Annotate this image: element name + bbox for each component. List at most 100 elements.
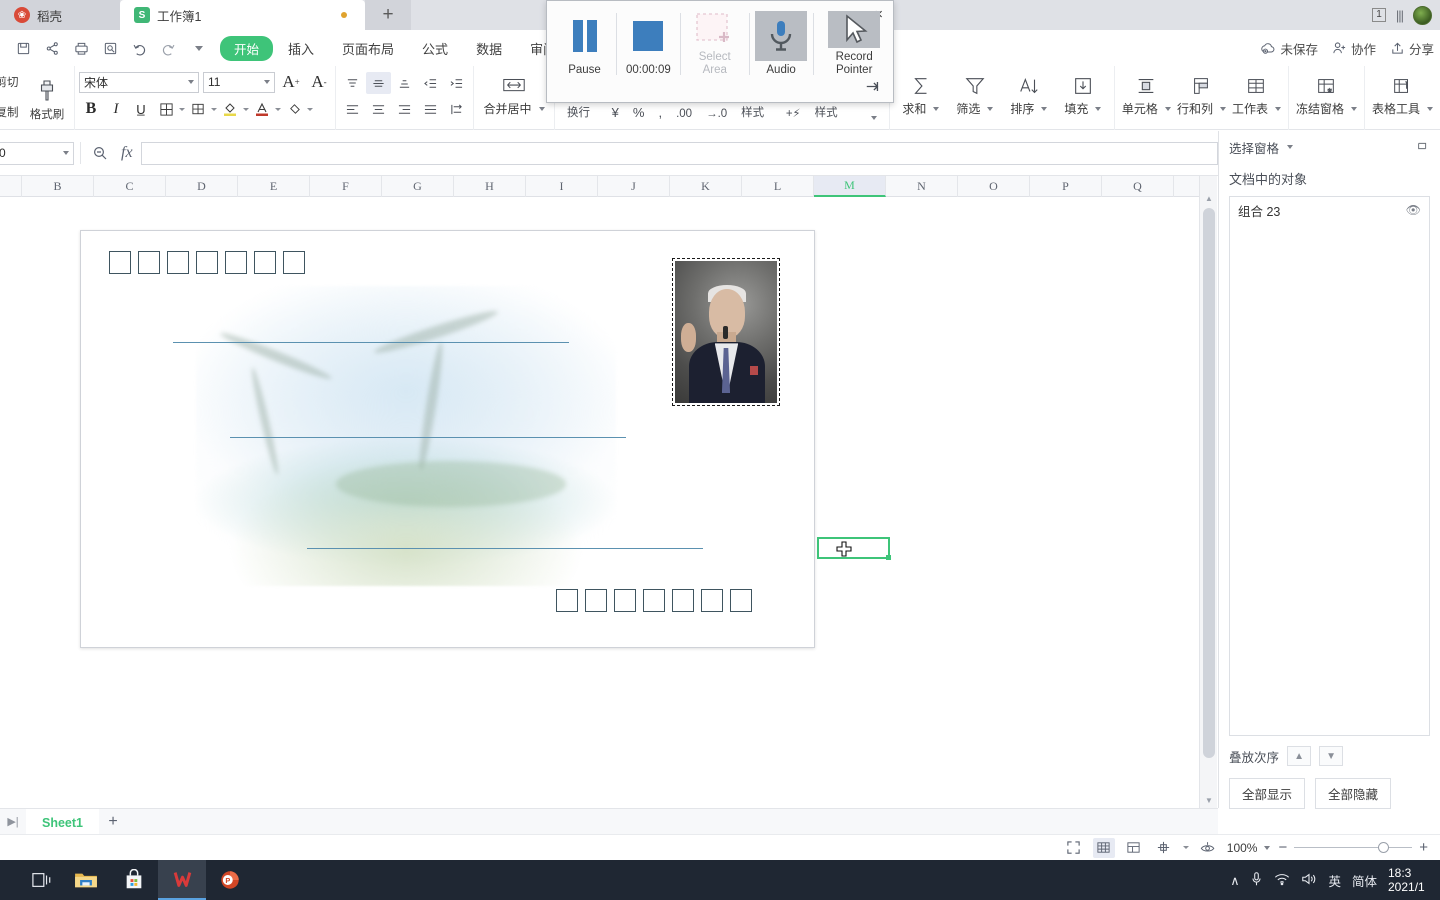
unsaved-status-button[interactable]: 未保存: [1261, 39, 1318, 58]
redo-icon[interactable]: [155, 36, 181, 60]
decrease-font-size-icon[interactable]: A-: [307, 70, 331, 94]
scroll-down-icon[interactable]: ▼: [1200, 792, 1218, 808]
share-icon[interactable]: [39, 36, 65, 60]
clear-format-button[interactable]: [282, 97, 306, 121]
bold-button[interactable]: B: [79, 97, 103, 121]
column-header-N[interactable]: N: [886, 176, 958, 197]
vertical-scroll-thumb[interactable]: [1203, 208, 1215, 758]
column-header-G[interactable]: G: [382, 176, 454, 197]
column-header-L[interactable]: L: [742, 176, 814, 197]
function-icon[interactable]: fx: [113, 144, 141, 162]
microsoft-store-icon[interactable]: [110, 860, 158, 900]
normal-view-icon[interactable]: [1092, 837, 1115, 858]
column-header-D[interactable]: D: [166, 176, 238, 197]
column-header-J[interactable]: J: [598, 176, 670, 197]
zoom-out-button[interactable]: −: [1278, 839, 1287, 856]
zoom-slider[interactable]: − +: [1278, 839, 1428, 856]
print-preview-icon[interactable]: [97, 36, 123, 60]
show-all-button[interactable]: 全部显示: [1229, 778, 1306, 809]
comma-style-icon[interactable]: ,: [658, 105, 662, 120]
sheet-tab-sheet1[interactable]: Sheet1: [26, 808, 99, 835]
column-header-H[interactable]: H: [454, 176, 526, 197]
fill-handle[interactable]: [886, 555, 891, 560]
bring-forward-button[interactable]: ▲: [1287, 746, 1312, 766]
column-header-C[interactable]: C: [94, 176, 166, 197]
freeze-panes-button[interactable]: 冻结窗格: [1293, 66, 1360, 126]
zoom-in-button[interactable]: +: [1419, 839, 1428, 856]
column-header-P[interactable]: P: [1030, 176, 1102, 197]
tab-start[interactable]: 开始: [220, 35, 274, 61]
wps-office-icon[interactable]: [158, 860, 206, 900]
window-count-badge[interactable]: 1: [1372, 8, 1386, 22]
rows-columns-button[interactable]: 行和列: [1174, 66, 1229, 126]
merge-center-button[interactable]: 合并居中: [478, 66, 550, 126]
format-painter-button[interactable]: 格式刷: [24, 66, 70, 126]
worksheet-grid[interactable]: [0, 197, 1200, 808]
currency-icon[interactable]: ¥: [612, 105, 619, 120]
slide-object-group[interactable]: [80, 230, 815, 648]
customize-qat-icon[interactable]: [184, 36, 210, 60]
copy-button[interactable]: 复制: [0, 104, 19, 120]
increase-decimal-icon[interactable]: .00: [676, 108, 692, 120]
decrease-decimal-icon[interactable]: →.0: [706, 108, 727, 120]
corner-select-all[interactable]: [0, 176, 22, 197]
reading-mode-icon[interactable]: [1197, 838, 1219, 858]
screen-recorder-toolbar[interactable]: × Pause 00:00:09 Select Area: [546, 0, 894, 103]
chevron-down-icon[interactable]: [1287, 145, 1294, 149]
collaborate-button[interactable]: 协作: [1332, 39, 1376, 58]
wifi-icon[interactable]: [1274, 872, 1290, 889]
name-box[interactable]: 0: [0, 141, 74, 165]
worksheet-button[interactable]: 工作表: [1229, 66, 1284, 126]
align-bottom-icon[interactable]: [392, 72, 417, 94]
formula-input[interactable]: [140, 141, 1218, 165]
percent-button[interactable]: %: [633, 105, 645, 120]
tab-page-layout[interactable]: 页面布局: [329, 36, 407, 61]
align-right-icon[interactable]: [392, 98, 417, 120]
sort-button[interactable]: 排序: [1002, 66, 1056, 126]
column-header-E[interactable]: E: [238, 176, 310, 197]
italic-button[interactable]: I: [104, 97, 128, 121]
active-cell-selection[interactable]: [817, 537, 891, 560]
zoom-track[interactable]: [1294, 842, 1413, 853]
volume-icon[interactable]: [1301, 872, 1317, 889]
scroll-up-icon[interactable]: ▲: [1200, 190, 1218, 206]
column-header-O[interactable]: O: [958, 176, 1030, 197]
chevron-down-icon[interactable]: [275, 107, 281, 111]
fullscreen-icon[interactable]: [1063, 838, 1085, 858]
cell-merge-split-button[interactable]: [186, 97, 210, 121]
sheet-nav-last-icon[interactable]: ▶|: [0, 809, 26, 835]
eye-icon[interactable]: 👁: [1406, 203, 1421, 217]
increase-font-size-icon[interactable]: A +: [279, 70, 303, 94]
record-pointer-button[interactable]: Record Pointer: [815, 7, 893, 81]
list-item[interactable]: 组合 23 👁: [1230, 197, 1429, 223]
pin-icon[interactable]: [865, 80, 881, 96]
page-layout-icon[interactable]: [1123, 838, 1145, 858]
pane-undock-icon[interactable]: [1416, 139, 1430, 156]
bottom-text-placeholder-row[interactable]: [556, 589, 752, 612]
align-middle-icon[interactable]: [366, 72, 391, 94]
chevron-down-icon[interactable]: [307, 107, 313, 111]
column-header-F[interactable]: F: [310, 176, 382, 197]
ime-language-indicator[interactable]: 英: [1328, 871, 1341, 890]
audio-button[interactable]: Audio: [752, 7, 811, 81]
zoom-knob[interactable]: [1378, 842, 1390, 853]
print-icon[interactable]: [68, 36, 94, 60]
filter-button[interactable]: 筛选: [948, 66, 1002, 126]
text-orientation-icon[interactable]: [444, 98, 469, 120]
chevron-down-icon[interactable]: [243, 107, 249, 111]
save-icon[interactable]: [10, 36, 36, 60]
fill-color-button[interactable]: [218, 97, 242, 121]
align-left-icon[interactable]: [340, 98, 365, 120]
align-center-icon[interactable]: [366, 98, 391, 120]
font-family-select[interactable]: 宋体: [79, 71, 199, 93]
column-header-B[interactable]: B: [22, 176, 94, 197]
chevron-down-icon[interactable]: [1182, 846, 1189, 849]
tray-chevron-icon[interactable]: ∧: [1230, 873, 1239, 888]
new-tab-button[interactable]: +: [365, 0, 411, 30]
font-size-select[interactable]: 11: [203, 71, 275, 93]
object-list[interactable]: 组合 23 👁: [1229, 196, 1430, 736]
tab-docer[interactable]: ❀ 稻壳: [0, 0, 120, 30]
chevron-down-icon[interactable]: [211, 107, 217, 111]
zoom-out-formula-icon[interactable]: [87, 141, 113, 165]
hide-all-button[interactable]: 全部隐藏: [1315, 778, 1392, 809]
